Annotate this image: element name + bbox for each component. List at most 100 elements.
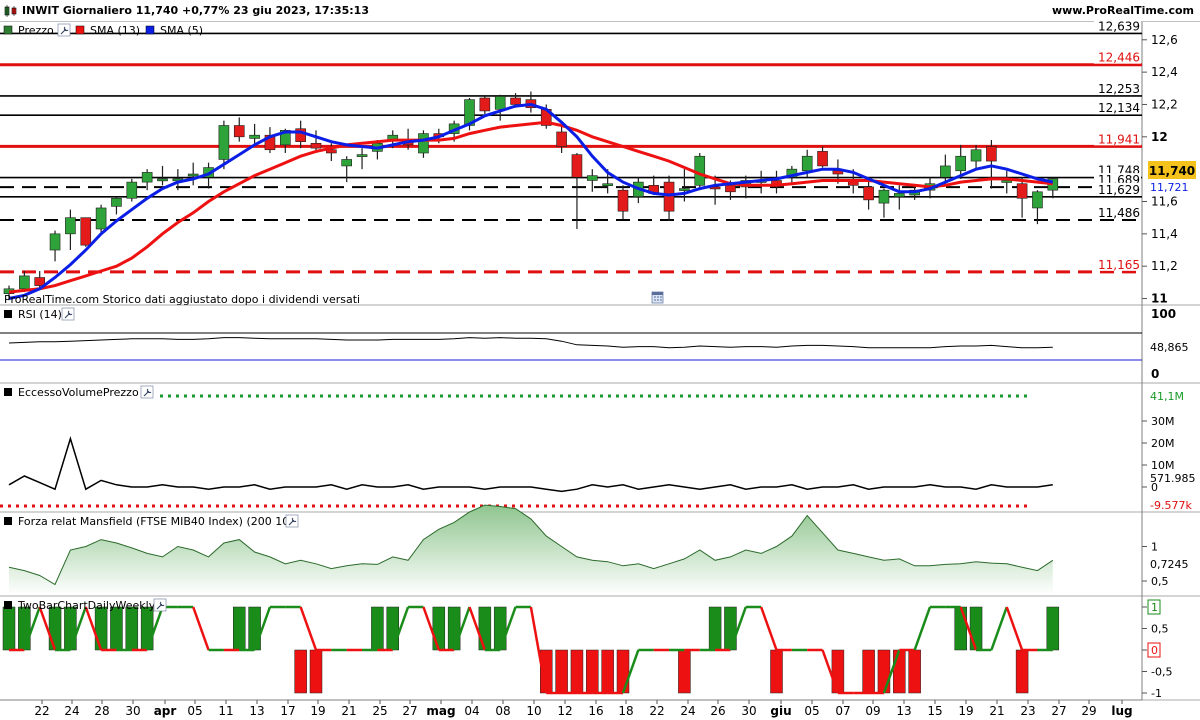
price-tick-label: 11,4 — [1151, 227, 1178, 241]
candle[interactable] — [49, 230, 61, 262]
candle[interactable] — [970, 144, 982, 170]
twobar-bar[interactable] — [893, 649, 906, 694]
twobar-bar[interactable] — [18, 606, 31, 651]
candle[interactable] — [525, 91, 537, 113]
twobar-bar[interactable] — [708, 606, 722, 651]
twobar-bar[interactable] — [294, 649, 307, 694]
twobar-bar[interactable] — [493, 606, 507, 651]
twobar-bar[interactable] — [770, 649, 783, 694]
twobar-bar[interactable] — [110, 606, 123, 651]
x-axis[interactable]: 22 24 28 30 apr 05 11 13 17 19 21 25 27 mag 04 08 10 12 16… — [0, 699, 1142, 718]
twobar-bar[interactable] — [64, 606, 77, 651]
candle-body — [986, 146, 997, 162]
x-tick-label: 18 — [618, 704, 633, 718]
wrench-icon[interactable] — [153, 598, 167, 612]
twobar-bar[interactable] — [954, 606, 967, 651]
candle-body — [157, 178, 168, 182]
candle[interactable] — [571, 152, 583, 229]
candle-body — [801, 155, 813, 172]
candle[interactable] — [65, 209, 76, 251]
price-tick-label: 12,2 — [1151, 97, 1178, 111]
candle[interactable] — [771, 170, 782, 194]
twobar-bar[interactable] — [48, 606, 62, 651]
twobar-bar[interactable] — [233, 606, 246, 651]
twobar-bar[interactable] — [724, 606, 737, 651]
candle[interactable] — [157, 165, 168, 186]
twobar-bar[interactable] — [570, 649, 584, 694]
rsi-axis-bottom: 0 — [1151, 367, 1159, 381]
candle[interactable] — [556, 125, 567, 153]
level-label: 12,253 — [1098, 82, 1140, 96]
candle[interactable] — [356, 148, 368, 170]
twobar-bar[interactable] — [586, 649, 599, 694]
volume-lower-value: -9.577k — [1150, 499, 1192, 512]
price-panel[interactable]: 12,63912,44612,25312,13411,94111,74811,6… — [0, 19, 1196, 306]
x-tick-label: 19 — [310, 704, 325, 718]
candle[interactable] — [494, 94, 506, 121]
twobar-bar[interactable] — [1046, 606, 1060, 651]
mansfield-panel[interactable]: 1 0,5 Forza relat Mansfield (FTSE MIB40 I… — [4, 504, 1189, 595]
twobar-bar[interactable] — [908, 649, 921, 694]
twobar-bar[interactable] — [386, 606, 399, 651]
candle-body — [494, 96, 506, 110]
twobar-bar[interactable] — [94, 606, 108, 651]
twobar-bar[interactable] — [969, 606, 983, 651]
x-tick-label: mag — [426, 704, 455, 718]
twobar-bar[interactable] — [125, 606, 139, 651]
candle[interactable] — [1016, 177, 1028, 218]
twobar-line-segment — [913, 606, 932, 651]
legend-price-label: Prezzo — [18, 24, 54, 37]
candle[interactable] — [617, 185, 629, 220]
calendar-icon[interactable] — [651, 291, 664, 304]
candle[interactable] — [663, 175, 675, 221]
twobar-bar[interactable] — [1015, 649, 1029, 694]
twobar-bar[interactable] — [555, 649, 568, 694]
candle[interactable] — [233, 117, 245, 142]
wrench-icon[interactable] — [285, 514, 299, 528]
twobar-bar[interactable] — [678, 649, 691, 694]
twobar-bar[interactable] — [447, 606, 461, 651]
twobar-bar[interactable] — [877, 649, 891, 694]
candle[interactable] — [1001, 170, 1013, 194]
twobar-bar[interactable] — [2, 606, 16, 651]
twobar-bar[interactable] — [478, 606, 492, 651]
candle[interactable] — [817, 146, 828, 168]
wrench-icon[interactable] — [140, 385, 154, 399]
twobar-bar[interactable] — [601, 649, 614, 694]
candle[interactable] — [986, 140, 997, 189]
rsi-line — [8, 337, 1053, 349]
twobar-bar[interactable] — [432, 606, 446, 651]
candle[interactable] — [80, 217, 92, 247]
candle-body — [65, 217, 76, 235]
candle-body — [479, 97, 491, 112]
twobar-bar[interactable] — [862, 649, 875, 694]
x-tick-label: 04 — [464, 704, 479, 718]
price-legend[interactable]: Prezzo SMA (13) SMA (5) — [3, 23, 203, 37]
twobar-bar[interactable] — [248, 606, 261, 651]
candle[interactable] — [740, 175, 752, 199]
x-tick-label: apr — [154, 704, 177, 718]
twobar-bar[interactable] — [140, 606, 154, 651]
wrench-icon[interactable] — [61, 307, 75, 321]
volume-excess-panel[interactable]: 30M20M10M0 EccessoVolumePrezzo 41,1M 571… — [0, 385, 1196, 512]
rsi-panel[interactable]: RSI (14) 100 0 48,865 — [0, 307, 1189, 381]
chart-canvas[interactable]: 12,63912,44612,25312,13411,94111,74811,6… — [0, 0, 1200, 720]
candle[interactable] — [586, 169, 598, 192]
x-tick-label: 12 — [557, 704, 572, 718]
candle[interactable] — [479, 96, 491, 115]
candle[interactable] — [187, 162, 199, 186]
twobar-bar[interactable] — [371, 606, 384, 651]
last-price-value: 11,740 — [1149, 164, 1195, 178]
candle[interactable] — [878, 188, 890, 218]
candle-body — [356, 154, 368, 157]
x-tick-label: 22 — [34, 704, 49, 718]
candle[interactable] — [111, 196, 122, 215]
candle[interactable] — [418, 130, 429, 158]
twobar-bar[interactable] — [831, 649, 845, 694]
twobar-panel[interactable]: 1 0,5 0 -0,5 -1 TwoBarChartDailyWeekly — [2, 598, 1172, 700]
candle-body — [725, 185, 736, 193]
twobar-bar[interactable] — [616, 649, 630, 694]
twobar-bar[interactable] — [309, 649, 323, 694]
wrench-icon[interactable] — [57, 23, 71, 37]
candle[interactable] — [126, 178, 138, 202]
